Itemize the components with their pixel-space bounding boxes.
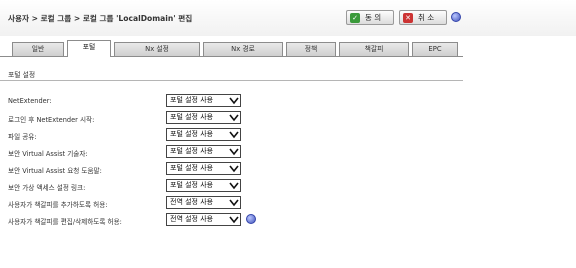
- setting-label: NetExtender:: [8, 97, 52, 105]
- virtual-assist-technician-select[interactable]: 포털 설정 사용: [166, 145, 241, 158]
- chevron-down-icon: [229, 199, 239, 207]
- select-value: 포털 설정 사용: [170, 164, 214, 172]
- tab-bar: 일반 포털 Nx 설정 Nx 경로 정책 책갈피 EPC: [0, 36, 463, 57]
- allow-edit-delete-bookmarks-select[interactable]: 전역 설정 사용: [166, 213, 241, 226]
- select-value: 전역 설정 사용: [170, 198, 214, 206]
- setting-label: 보안 Virtual Assist 요청 도움말:: [8, 167, 102, 175]
- select-value: 전역 설정 사용: [170, 215, 214, 223]
- virtual-assist-request-help-select[interactable]: 포털 설정 사용: [166, 162, 241, 175]
- chevron-down-icon: [229, 165, 239, 173]
- breadcrumb: 사용자 > 로컬 그룹 > 로컬 그룹 'LocalDomain' 편집: [8, 14, 193, 23]
- select-value: 포털 설정 사용: [170, 96, 214, 104]
- select-value: 포털 설정 사용: [170, 113, 214, 121]
- allow-add-bookmarks-select[interactable]: 전역 설정 사용: [166, 196, 241, 209]
- chevron-down-icon: [229, 97, 239, 105]
- select-value: 포털 설정 사용: [170, 130, 214, 138]
- help-icon[interactable]: [246, 214, 256, 224]
- chevron-down-icon: [229, 182, 239, 190]
- check-icon: ✓: [350, 12, 360, 23]
- help-icon: [451, 12, 461, 22]
- tab-nx-settings[interactable]: Nx 설정: [114, 42, 200, 56]
- tab-bookmarks[interactable]: 책갈피: [339, 42, 409, 56]
- setting-label: 파일 공유:: [8, 133, 37, 141]
- tab-epc[interactable]: EPC: [412, 42, 458, 56]
- select-value: 포털 설정 사용: [170, 147, 214, 155]
- file-shares-select[interactable]: 포털 설정 사용: [166, 128, 241, 141]
- help-button[interactable]: [451, 12, 461, 24]
- tab-general[interactable]: 일반: [12, 42, 64, 56]
- setting-label: 보안 Virtual Assist 기술자:: [8, 150, 88, 158]
- chevron-down-icon: [229, 131, 239, 139]
- start-netextender-after-login-select[interactable]: 포털 설정 사용: [166, 111, 241, 124]
- netextender-select[interactable]: 포털 설정 사용: [166, 94, 241, 107]
- setting-label: 보안 가상 액세스 설정 링크:: [8, 184, 86, 192]
- virtual-access-setup-link-select[interactable]: 포털 설정 사용: [166, 179, 241, 192]
- ok-button-label: 동 의: [365, 13, 382, 22]
- section-title: 포털 설정: [8, 71, 36, 79]
- cancel-button-label: 취 소: [418, 13, 435, 22]
- setting-label: 로그인 후 NetExtender 시작:: [8, 116, 95, 124]
- tab-portal[interactable]: 포털: [67, 40, 111, 57]
- chevron-down-icon: [229, 148, 239, 156]
- select-value: 포털 설정 사용: [170, 181, 214, 189]
- setting-label: 사용자가 책갈피를 추가하도록 허용:: [8, 201, 108, 209]
- header-bar: 사용자 > 로컬 그룹 > 로컬 그룹 'LocalDomain' 편집 ✓ 동…: [0, 0, 576, 36]
- ok-button[interactable]: ✓ 동 의: [346, 10, 394, 25]
- chevron-down-icon: [229, 216, 239, 224]
- divider: [0, 80, 463, 81]
- cancel-button[interactable]: ✕ 취 소: [399, 10, 447, 25]
- tab-policies[interactable]: 정책: [286, 42, 336, 56]
- setting-label: 사용자가 책갈피를 편집/삭제하도록 허용:: [8, 218, 122, 226]
- tab-nx-routes[interactable]: Nx 경로: [203, 42, 283, 56]
- chevron-down-icon: [229, 114, 239, 122]
- close-icon: ✕: [403, 12, 413, 23]
